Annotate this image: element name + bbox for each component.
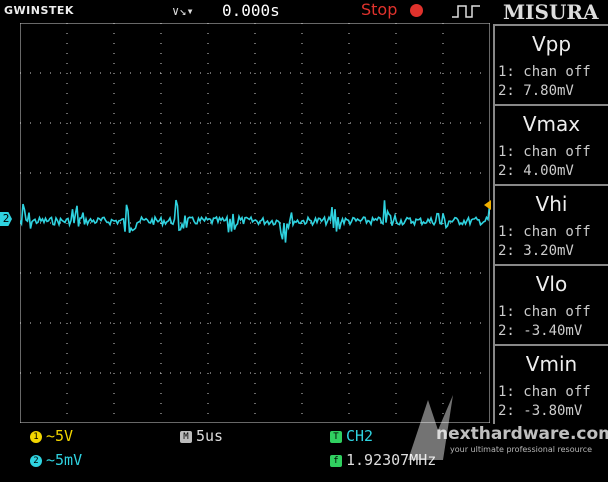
measure-title: Vpp (531, 32, 572, 56)
trigger-level-marker[interactable] (484, 200, 491, 210)
measure-ch1: 1: chan off (498, 384, 591, 400)
watermark-site: nexthardware.com (436, 424, 608, 444)
brand-logo: GWINSTEK (4, 4, 74, 17)
measure-ch2: 2: -3.40mV (498, 323, 583, 339)
measure-title: Vhi (535, 192, 568, 216)
waveform-display (20, 23, 490, 423)
ch1-scale[interactable]: 1 ~5V (30, 427, 73, 445)
measure-ch1: 1: chan off (498, 64, 591, 80)
acquire-mode-icon (452, 5, 480, 18)
measure-ch1: 1: chan off (498, 224, 591, 240)
trigger-source[interactable]: T CH2 (330, 427, 373, 445)
trigger-icon: T (330, 430, 342, 443)
ch2-scale-value: ~5mV (46, 451, 83, 469)
ch2-ground-marker[interactable]: 2 (0, 212, 12, 226)
measure-title: Vmin (525, 352, 578, 376)
measure-ch2: 2: -3.80mV (498, 403, 583, 419)
measure-ch1: 1: chan off (498, 144, 591, 160)
stop-icon (410, 4, 423, 17)
run-state[interactable]: Stop (361, 0, 397, 19)
trigger-edge-icon: ∨↘▾ (172, 4, 194, 18)
timebase-icon: M (180, 430, 192, 443)
measure-panel-vmin[interactable]: Vmin 1: chan off 2: -3.80mV (493, 344, 608, 424)
watermark-tagline: your ultimate professional resource (450, 445, 593, 454)
measure-ch2: 2: 7.80mV (498, 83, 574, 99)
top-status-bar: GWINSTEK ∨↘▾ 0.000s Stop MISURA (0, 0, 608, 24)
ch2-badge: 2 (30, 454, 42, 467)
measure-panel-vhi[interactable]: Vhi 1: chan off 2: 3.20mV (493, 184, 608, 264)
measure-title: Vmax (522, 112, 581, 136)
measure-panel-vmax[interactable]: Vmax 1: chan off 2: 4.00mV (493, 104, 608, 184)
time-position: 0.000s (222, 1, 280, 20)
menu-title: MISURA (503, 0, 599, 24)
measure-ch2: 2: 3.20mV (498, 243, 574, 259)
timebase[interactable]: M 5us (180, 427, 223, 445)
timebase-value: 5us (196, 427, 224, 445)
frequency-icon: f (330, 454, 342, 467)
measure-ch1: 1: chan off (498, 304, 591, 320)
measure-title: Vlo (535, 272, 568, 296)
measure-panel-vlo[interactable]: Vlo 1: chan off 2: -3.40mV (493, 264, 608, 344)
ch1-badge: 1 (30, 430, 42, 443)
measure-ch2: 2: 4.00mV (498, 163, 574, 179)
trigger-source-value: CH2 (346, 427, 374, 445)
measure-panel-vpp[interactable]: Vpp 1: chan off 2: 7.80mV (493, 24, 608, 104)
ch2-scale[interactable]: 2 ~5mV (30, 451, 82, 469)
ch1-scale-value: ~5V (46, 427, 74, 445)
